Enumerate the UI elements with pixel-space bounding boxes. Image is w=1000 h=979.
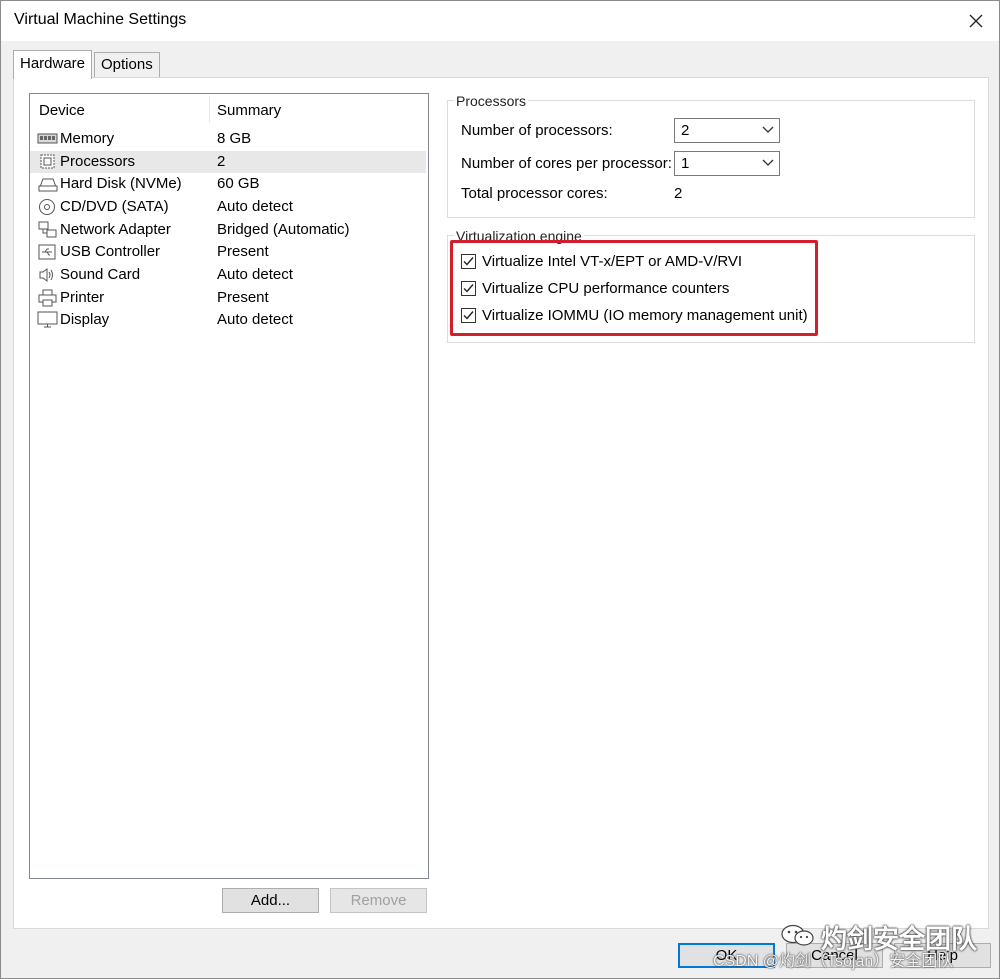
device-name: Memory [60,130,115,147]
network-adapter-icon [38,221,57,238]
device-row-display[interactable]: Display Auto detect [30,309,426,331]
device-summary: Bridged (Automatic) [217,221,350,238]
total-cores-value: 2 [674,185,683,202]
device-name: Hard Disk (NVMe) [60,175,182,192]
tab-options[interactable]: Options [94,52,160,77]
device-name: USB Controller [60,243,161,260]
device-row-network-adapter[interactable]: Network Adapter Bridged (Automatic) [30,219,426,241]
red-highlight-box [450,240,818,336]
chevron-down-icon [762,126,774,133]
vm-settings-window: Virtual Machine Settings Hardware Option… [0,0,1000,979]
device-name: Processors [60,153,136,170]
hard-disk-icon [38,178,58,192]
device-row-usb-controller[interactable]: USB Controller Present [30,241,426,263]
column-header-device[interactable]: Device [39,102,85,119]
speaker-icon [39,268,53,282]
device-name: Sound Card [60,266,141,283]
wechat-logo-icon [781,924,814,946]
column-divider [209,96,210,122]
device-name: CD/DVD (SATA) [60,198,169,215]
column-header-summary[interactable]: Summary [217,102,281,119]
device-name: Network Adapter [60,221,171,238]
device-summary: Auto detect [217,311,293,328]
device-list[interactable]: Device Summary Memory 8 GB Processors 2 [29,93,429,879]
cores-per-processor-value: 1 [681,155,690,172]
device-summary: Present [217,289,269,306]
device-row-printer[interactable]: Printer Present [30,287,426,309]
remove-button[interactable]: Remove [330,888,427,913]
usb-icon [38,244,56,260]
close-icon [969,14,983,28]
device-summary: 8 GB [217,130,252,147]
processors-group-label: Processors [454,93,529,109]
device-row-sound-card[interactable]: Sound Card Auto detect [30,264,426,286]
device-summary: 60 GB [217,175,260,192]
window-title: Virtual Machine Settings [14,11,187,28]
watermark-caption: CSDN @灼剑（Tsojan）安全团队 [713,953,954,970]
memory-icon [37,133,58,144]
printer-icon [38,289,57,307]
num-processors-value: 2 [681,122,690,139]
device-row-hard-disk[interactable]: Hard Disk (NVMe) 60 GB [30,173,426,195]
monitor-icon [37,311,58,328]
tab-hardware[interactable]: Hardware [13,50,93,79]
device-summary: Auto detect [217,266,293,283]
device-row-memory[interactable]: Memory 8 GB [30,128,426,150]
list-header: Device Summary [30,94,428,126]
device-name: Display [60,311,110,328]
cores-per-processor-select[interactable]: 1 [674,151,780,176]
add-button[interactable]: Add... [222,888,319,913]
chevron-down-icon [762,159,774,166]
num-processors-select[interactable]: 2 [674,118,780,143]
title-bar: Virtual Machine Settings [1,1,999,41]
total-cores-label: Total processor cores: [461,185,608,202]
num-processors-label: Number of processors: [461,122,613,139]
device-summary: Present [217,243,269,260]
device-row-cd-dvd[interactable]: CD/DVD (SATA) Auto detect [30,196,426,218]
processor-icon [40,154,55,169]
device-summary: Auto detect [217,198,293,215]
cd-dvd-icon [39,199,55,215]
device-name: Printer [60,289,105,306]
device-row-processors[interactable]: Processors 2 [30,151,426,173]
device-summary: 2 [217,153,226,170]
cores-per-processor-label: Number of cores per processor: [461,155,672,172]
close-button[interactable] [953,1,999,41]
